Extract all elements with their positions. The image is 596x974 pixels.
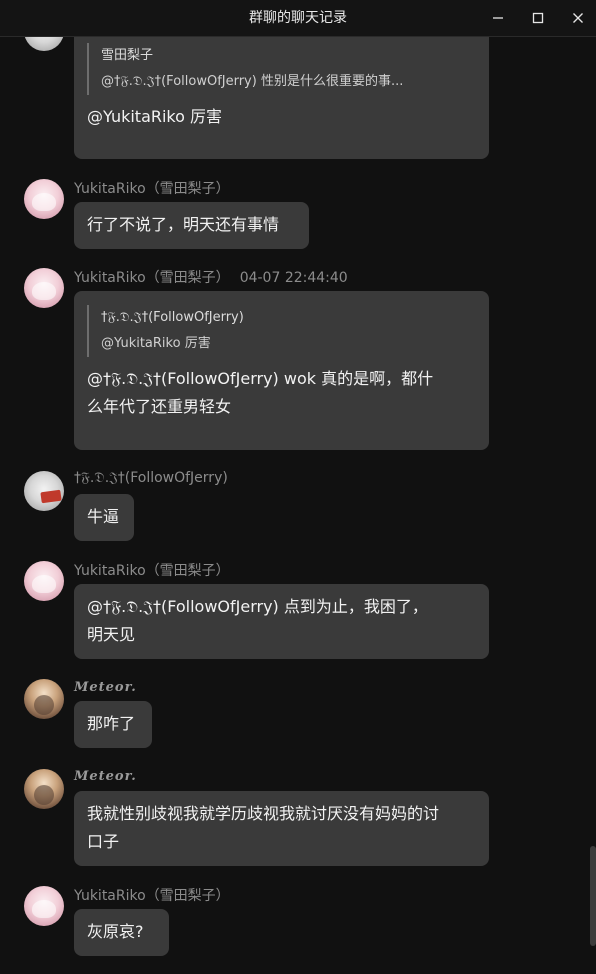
- sender-name: YukitaRiko（雪田梨子）: [74, 888, 230, 904]
- sender-name: YukitaRiko（雪田梨子）: [74, 181, 230, 197]
- message-text: 行了不说了，明天还有事情: [87, 215, 280, 234]
- sender-name: Meteor.: [74, 769, 137, 784]
- message-bubble[interactable]: @†𝔉.𝔇.𝔍†(FollowOfJerry) 点到为止，我困了， 明天见: [74, 584, 489, 659]
- avatar[interactable]: [24, 471, 64, 511]
- message-text-line: 我就性别歧视我就学历歧视我就讨厌没有妈妈的讨: [87, 804, 440, 823]
- message-bubble[interactable]: 我就性别歧视我就学历歧视我就讨厌没有妈妈的讨 口子: [74, 791, 489, 866]
- sender-name: YukitaRiko（雪田梨子）: [74, 270, 230, 286]
- message-bubble[interactable]: 那咋了: [74, 701, 152, 748]
- maximize-button[interactable]: [518, 0, 558, 36]
- sender-name: †𝔉.𝔇.𝔍†(FollowOfJerry): [74, 470, 228, 486]
- message-text: 那咋了: [87, 714, 136, 733]
- title-bar: 群聊的聊天记录: [0, 0, 596, 37]
- message-text-line: 么年代了还重男轻女: [87, 397, 232, 416]
- avatar[interactable]: [24, 561, 64, 601]
- chat-history-window: 群聊的聊天记录 雪田梨子 @†𝔉.𝔇.𝔍†(FollowOfJerry) 性别是…: [0, 0, 596, 974]
- message-text: 牛逼: [87, 507, 120, 526]
- avatar[interactable]: [24, 268, 64, 308]
- close-button[interactable]: [558, 0, 596, 36]
- avatar[interactable]: [24, 886, 64, 926]
- message-bubble[interactable]: 雪田梨子 @†𝔉.𝔇.𝔍†(FollowOfJerry) 性别是什么很重要的事.…: [74, 37, 489, 159]
- message-text-line: @†𝔉.𝔇.𝔍†(FollowOfJerry) wok 真的是啊，都什: [87, 369, 434, 388]
- message-bubble[interactable]: 灰原哀?: [74, 909, 169, 956]
- quoted-sender: †𝔉.𝔇.𝔍†(FollowOfJerry): [101, 310, 244, 325]
- maximize-icon: [532, 12, 544, 24]
- message-text-line: 口子: [87, 832, 120, 851]
- avatar[interactable]: [24, 679, 64, 719]
- message-bubble[interactable]: 行了不说了，明天还有事情: [74, 202, 309, 249]
- avatar[interactable]: [24, 179, 64, 219]
- message-text: @YukitaRiko 厉害: [87, 107, 223, 126]
- quoted-sender: 雪田梨子: [101, 48, 154, 63]
- message-text-line: @†𝔉.𝔇.𝔍†(FollowOfJerry) 点到为止，我困了，: [87, 597, 428, 616]
- sender-name: Meteor.: [74, 680, 137, 695]
- avatar[interactable]: [24, 769, 64, 809]
- message-bubble[interactable]: 牛逼: [74, 494, 134, 541]
- message-list[interactable]: 雪田梨子 @†𝔉.𝔇.𝔍†(FollowOfJerry) 性别是什么很重要的事.…: [0, 37, 596, 974]
- message-bubble[interactable]: †𝔉.𝔇.𝔍†(FollowOfJerry) @YukitaRiko 厉害 @†…: [74, 291, 489, 450]
- scrollbar-thumb[interactable]: [590, 846, 596, 946]
- minimize-button[interactable]: [478, 0, 518, 36]
- message-text-line: 明天见: [87, 625, 136, 644]
- quoted-text: @†𝔉.𝔇.𝔍†(FollowOfJerry) 性别是什么很重要的事...: [101, 74, 404, 89]
- message-time: 04-07 22:44:40: [239, 270, 348, 286]
- quoted-text: @YukitaRiko 厉害: [101, 336, 211, 351]
- quoted-message[interactable]: 雪田梨子 @†𝔉.𝔇.𝔍†(FollowOfJerry) 性别是什么很重要的事.…: [87, 43, 476, 95]
- sender-line: YukitaRiko（雪田梨子） 04-07 22:44:40: [74, 267, 348, 287]
- message-text: 灰原哀?: [87, 922, 144, 941]
- quoted-message[interactable]: †𝔉.𝔇.𝔍†(FollowOfJerry) @YukitaRiko 厉害: [87, 305, 476, 357]
- close-icon: [573, 13, 583, 23]
- avatar[interactable]: [24, 37, 64, 51]
- sender-name: YukitaRiko（雪田梨子）: [74, 563, 230, 579]
- minimize-icon: [493, 17, 503, 19]
